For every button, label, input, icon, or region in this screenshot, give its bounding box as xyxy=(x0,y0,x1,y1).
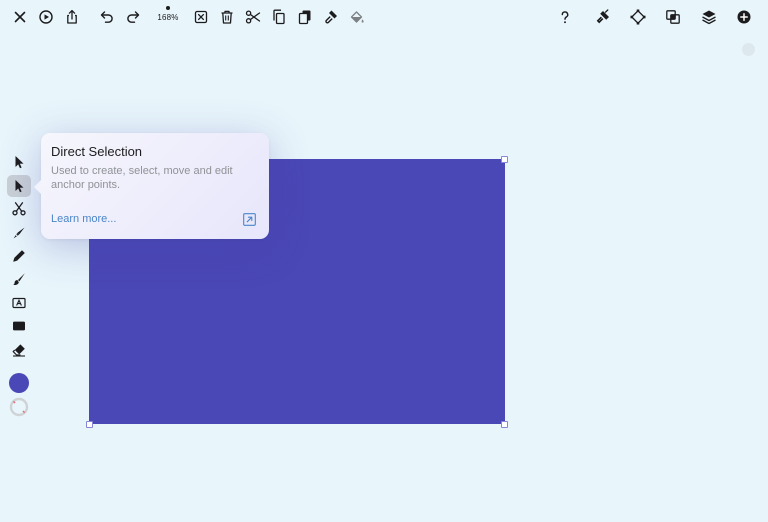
zoom-indicator[interactable]: 168% xyxy=(154,5,182,29)
direct-selection-tool[interactable] xyxy=(7,175,31,197)
selection-handle[interactable] xyxy=(501,156,508,163)
shape-tool[interactable] xyxy=(7,315,31,337)
copy-icon[interactable] xyxy=(268,6,290,28)
vector-icon[interactable] xyxy=(627,6,649,28)
duplicate-icon[interactable] xyxy=(294,6,316,28)
redo-icon[interactable] xyxy=(122,6,144,28)
zoom-level: 168% xyxy=(157,13,179,22)
layers-icon[interactable] xyxy=(698,6,720,28)
tools-icon[interactable] xyxy=(592,6,614,28)
brush-tool[interactable] xyxy=(7,268,31,290)
learn-more-link[interactable]: Learn more... xyxy=(51,213,116,225)
trash-icon[interactable] xyxy=(216,6,238,28)
top-toolbar: 168% xyxy=(0,0,768,34)
deselect-icon[interactable] xyxy=(190,6,212,28)
play-circle-icon[interactable] xyxy=(35,6,57,28)
zoom-dot xyxy=(166,6,170,10)
tooltip-description: Used to create, select, move and edit an… xyxy=(51,165,233,191)
undo-icon[interactable] xyxy=(96,6,118,28)
scissors-icon[interactable] xyxy=(242,6,264,28)
selection-handle[interactable] xyxy=(86,421,93,428)
pencil-tool[interactable] xyxy=(7,245,31,267)
add-icon[interactable] xyxy=(733,6,755,28)
help-icon[interactable] xyxy=(554,6,576,28)
pen-tool[interactable] xyxy=(7,222,31,244)
tooltip-title: Direct Selection xyxy=(51,144,143,159)
external-link-icon[interactable] xyxy=(243,213,256,226)
scissors-tool[interactable] xyxy=(7,198,31,220)
boolean-icon[interactable] xyxy=(662,6,684,28)
fill-color-swatch[interactable] xyxy=(9,373,29,393)
selection-handle[interactable] xyxy=(501,421,508,428)
close-icon[interactable] xyxy=(9,6,31,28)
stroke-color-swatch[interactable] xyxy=(9,397,29,417)
tool-rail xyxy=(6,150,32,420)
text-tool[interactable] xyxy=(7,292,31,314)
status-dot xyxy=(742,43,755,56)
format-brush-icon[interactable] xyxy=(320,6,342,28)
eraser-tool[interactable] xyxy=(7,339,31,361)
tool-tooltip: Direct Selection Used to create, select,… xyxy=(34,133,269,239)
share-icon[interactable] xyxy=(61,6,83,28)
fill-bucket-icon[interactable] xyxy=(346,6,368,28)
selection-tool[interactable] xyxy=(7,151,31,173)
